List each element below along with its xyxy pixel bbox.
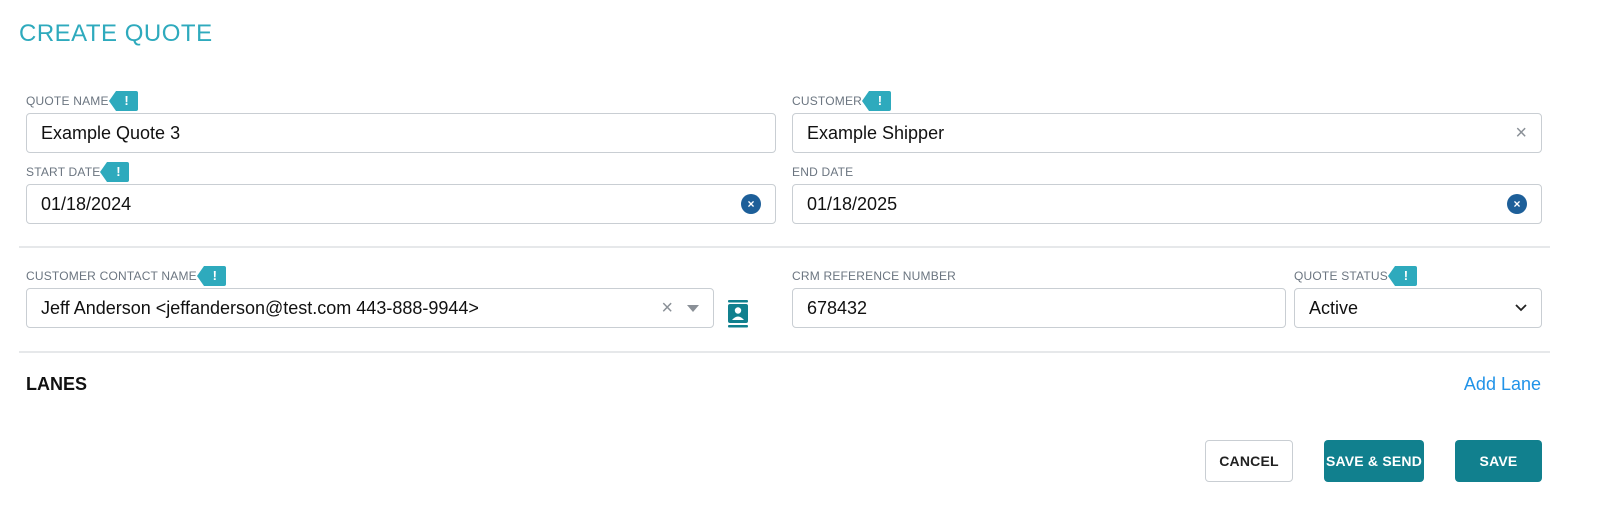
quote-name-label-text: QUOTE NAME bbox=[26, 94, 109, 108]
clear-start-date-icon[interactable]: × bbox=[741, 194, 761, 214]
crm-reference-label-text: CRM REFERENCE NUMBER bbox=[792, 269, 957, 283]
end-date-value: 01/18/2025 bbox=[807, 193, 898, 214]
quote-status-select[interactable]: Active bbox=[1294, 288, 1542, 328]
required-icon: ! bbox=[862, 91, 892, 111]
section-divider bbox=[19, 351, 1550, 353]
customer-input[interactable]: Example Shipper × bbox=[792, 113, 1542, 153]
chevron-down-icon[interactable] bbox=[1515, 304, 1527, 312]
clear-contact-icon[interactable]: × bbox=[661, 298, 673, 318]
save-and-send-button[interactable]: SAVE & SEND bbox=[1324, 440, 1424, 482]
section-divider bbox=[19, 246, 1550, 248]
required-icon: ! bbox=[100, 162, 130, 182]
quote-status-label: QUOTE STATUS ! bbox=[1294, 265, 1417, 287]
crm-reference-input[interactable]: 678432 bbox=[792, 288, 1286, 328]
end-date-label-text: END DATE bbox=[792, 165, 854, 179]
customer-contact-value: Jeff Anderson <jeffanderson@test.com 443… bbox=[41, 297, 479, 318]
required-icon: ! bbox=[196, 266, 226, 286]
start-date-label: START DATE ! bbox=[26, 161, 130, 183]
cancel-button[interactable]: CANCEL bbox=[1205, 440, 1293, 482]
end-date-input[interactable]: 01/18/2025 × bbox=[792, 184, 1542, 224]
quote-status-value: Active bbox=[1309, 297, 1359, 318]
customer-label: CUSTOMER ! bbox=[792, 90, 892, 112]
clear-customer-icon[interactable]: × bbox=[1515, 123, 1527, 143]
add-lane-link[interactable]: Add Lane bbox=[1464, 374, 1541, 395]
customer-contact-label: CUSTOMER CONTACT NAME ! bbox=[26, 265, 226, 287]
caret-down-icon[interactable] bbox=[687, 304, 699, 312]
crm-reference-value: 678432 bbox=[807, 297, 868, 318]
start-date-value: 01/18/2024 bbox=[41, 193, 132, 214]
customer-label-text: CUSTOMER bbox=[792, 94, 863, 108]
crm-reference-label: CRM REFERENCE NUMBER bbox=[792, 265, 956, 287]
clear-end-date-icon[interactable]: × bbox=[1507, 194, 1527, 214]
create-quote-page: CREATE QUOTE QUOTE NAME ! Example Quote … bbox=[0, 0, 1600, 510]
save-button[interactable]: SAVE bbox=[1455, 440, 1542, 482]
quote-status-label-text: QUOTE STATUS bbox=[1294, 269, 1388, 283]
customer-contact-select[interactable]: Jeff Anderson <jeffanderson@test.com 443… bbox=[26, 288, 714, 328]
required-icon: ! bbox=[108, 91, 138, 111]
start-date-input[interactable]: 01/18/2024 × bbox=[26, 184, 776, 224]
required-icon: ! bbox=[1387, 266, 1417, 286]
end-date-label: END DATE bbox=[792, 161, 853, 183]
quote-name-label: QUOTE NAME ! bbox=[26, 90, 138, 112]
lanes-title: LANES bbox=[26, 374, 88, 394]
customer-contact-label-text: CUSTOMER CONTACT NAME bbox=[26, 269, 197, 283]
start-date-label-text: START DATE bbox=[26, 165, 101, 179]
quote-name-value: Example Quote 3 bbox=[41, 122, 181, 143]
quote-name-input[interactable]: Example Quote 3 bbox=[26, 113, 776, 153]
contact-card-icon[interactable] bbox=[727, 300, 749, 328]
page-title: CREATE QUOTE bbox=[19, 20, 213, 47]
customer-value: Example Shipper bbox=[807, 122, 945, 143]
